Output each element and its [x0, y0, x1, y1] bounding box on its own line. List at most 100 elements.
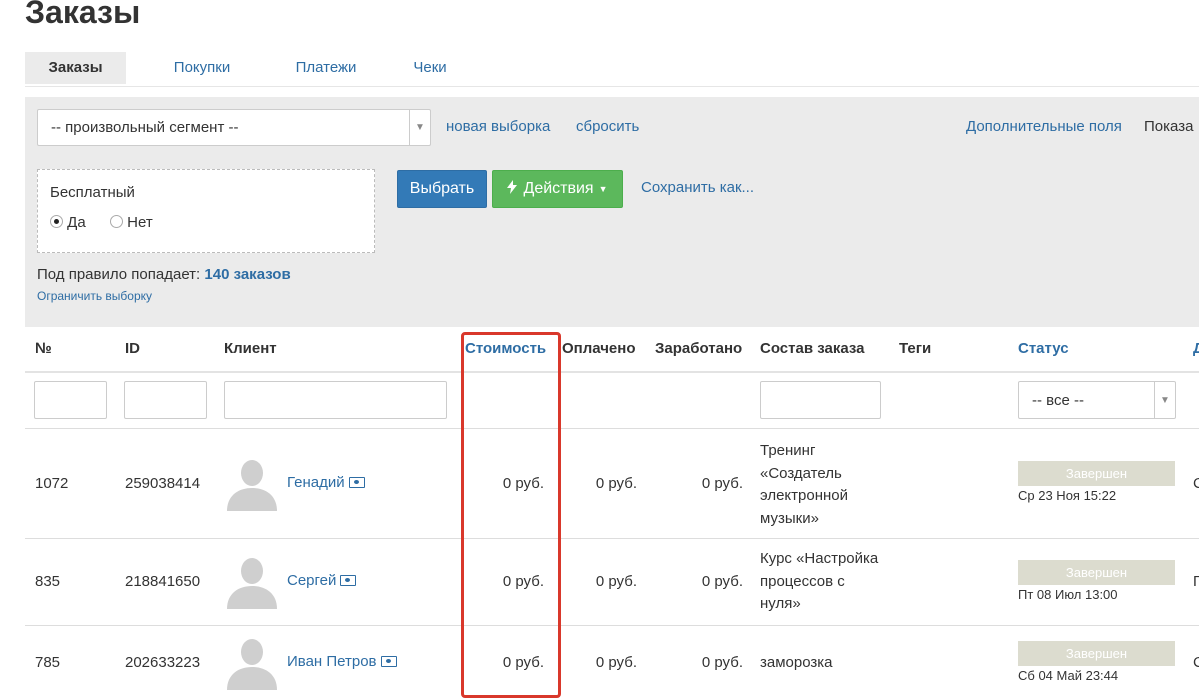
paid-value: 0 руб.: [595, 475, 637, 492]
actions-button[interactable]: Действия ▼: [492, 170, 623, 208]
select-button-label: Выбрать: [409, 180, 475, 197]
col-header-id: ID: [125, 340, 140, 357]
status-badge: Завершен: [1018, 641, 1175, 666]
order-content-line: «Создатель: [760, 464, 842, 482]
col-header-num: №: [35, 340, 52, 357]
limit-selection-link[interactable]: Ограничить выборку: [37, 289, 152, 303]
segment-select-value: -- произвольный сегмент --: [51, 119, 239, 136]
tabs-bar: Заказы Покупки Платежи Чеки: [25, 52, 1199, 87]
bolt-icon: [507, 179, 518, 199]
row-divider: [25, 428, 1199, 429]
rule-prefix: Под правило попадает:: [37, 266, 201, 283]
filter-panel: -- произвольный сегмент -- ▼ новая выбор…: [25, 97, 1199, 327]
col-header-client: Клиент: [224, 340, 277, 357]
page-title: Заказы: [25, 0, 141, 30]
new-selection-link[interactable]: новая выборка: [446, 118, 550, 135]
reset-link[interactable]: сбросить: [576, 118, 639, 135]
filter-num-input[interactable]: [34, 381, 107, 419]
radio-no-label: Нет: [127, 214, 153, 231]
paid-value: 0 руб.: [595, 654, 637, 671]
row-divider: [25, 625, 1199, 626]
order-content-link[interactable]: Курс «Настройка процессов с нуля»: [760, 548, 878, 616]
status-date: Ср 23 Ноя 15:22: [1018, 488, 1117, 503]
order-content-line: Тренинг: [760, 442, 816, 459]
earned-value: 0 руб.: [701, 475, 743, 492]
row-divider: [25, 538, 1199, 539]
order-content-line: процессов с: [760, 572, 845, 590]
client-cell: Генадий: [287, 474, 365, 491]
status-filter-select[interactable]: -- все -- ▼: [1018, 381, 1176, 419]
radio-yes-indicator[interactable]: [50, 215, 63, 228]
col-header-paid: Оплачено: [562, 340, 636, 357]
status-date: Пт 08 Июл 13:00: [1018, 587, 1118, 602]
cost-value: 0 руб.: [502, 475, 544, 492]
col-header-status[interactable]: Статус: [1018, 340, 1069, 357]
filter-content-input[interactable]: [760, 381, 881, 419]
chevron-down-icon: ▼: [409, 110, 430, 145]
client-name-link[interactable]: Сергей: [287, 572, 336, 589]
order-number-link[interactable]: 785: [35, 654, 60, 671]
avatar-placeholder-icon: [227, 639, 277, 690]
cost-column-highlight: [461, 332, 561, 698]
tab-orders[interactable]: Заказы: [25, 52, 126, 84]
avatar-placeholder-icon: [227, 558, 277, 609]
next-col-value: С: [1193, 654, 1199, 671]
client-name-link[interactable]: Генадий: [287, 474, 345, 491]
client-name-link[interactable]: Иван Петров: [287, 653, 377, 670]
tab-payments[interactable]: Платежи: [271, 52, 381, 84]
order-content-line: заморозка: [760, 654, 833, 671]
radio-no-indicator[interactable]: [110, 215, 123, 228]
earned-value: 0 руб.: [701, 654, 743, 671]
paid-value: 0 руб.: [595, 573, 637, 590]
order-id: 202633223: [125, 654, 201, 671]
tab-purchases[interactable]: Покупки: [147, 52, 257, 84]
next-col-value: С: [1193, 475, 1199, 492]
earned-value: 0 руб.: [701, 573, 743, 590]
order-content-link[interactable]: заморозка: [760, 654, 833, 671]
rule-summary: Под правило попадает: 140 заказов: [37, 266, 291, 283]
avatar-placeholder-icon: [227, 460, 277, 511]
select-button[interactable]: Выбрать: [397, 170, 487, 208]
condition-box: Бесплатный Да Нет: [37, 169, 375, 253]
cost-value: 0 руб.: [502, 573, 544, 590]
condition-title: Бесплатный: [50, 184, 135, 201]
status-badge: Завершен: [1018, 560, 1175, 585]
order-content-line: Курс «Настройка: [760, 550, 879, 567]
next-col-value: П: [1193, 573, 1199, 590]
status-filter-value: -- все --: [1032, 391, 1084, 409]
chevron-down-icon: ▼: [1154, 382, 1175, 418]
money-icon[interactable]: [348, 477, 365, 488]
show-label: Показа: [1144, 118, 1194, 135]
segment-select[interactable]: -- произвольный сегмент -- ▼: [37, 109, 431, 146]
actions-button-label: Действия: [523, 180, 594, 197]
order-id: 218841650: [125, 573, 201, 590]
radio-no[interactable]: Нет: [110, 214, 153, 231]
col-header-content: Состав заказа: [760, 340, 865, 357]
money-icon[interactable]: [380, 656, 397, 667]
status-date: Сб 04 Май 23:44: [1018, 668, 1119, 683]
col-header-earned: Заработано: [655, 340, 743, 357]
col-header-tags: Теги: [899, 340, 932, 357]
client-cell: Иван Петров: [287, 653, 397, 670]
tab-receipts[interactable]: Чеки: [395, 52, 465, 84]
caret-down-icon: ▼: [598, 184, 608, 194]
status-badge: Завершен: [1018, 461, 1175, 486]
filter-id-input[interactable]: [124, 381, 207, 419]
col-header-cost[interactable]: Стоимость: [465, 340, 546, 357]
money-icon[interactable]: [340, 575, 357, 586]
radio-yes[interactable]: Да: [50, 214, 86, 231]
order-content-link[interactable]: Тренинг «Создатель электронной музыки»: [760, 440, 848, 530]
save-as-link[interactable]: Сохранить как...: [641, 179, 754, 196]
order-number-link[interactable]: 1072: [35, 475, 68, 492]
order-content-line: нуля»: [760, 595, 801, 612]
order-number-link[interactable]: 835: [35, 573, 60, 590]
header-divider: [25, 371, 1199, 373]
col-header-next[interactable]: Д: [1193, 340, 1199, 357]
rule-count-link[interactable]: 140 заказов: [204, 266, 290, 283]
order-content-line: электронной: [760, 487, 848, 504]
extra-fields-link[interactable]: Дополнительные поля: [966, 118, 1122, 135]
radio-yes-label: Да: [67, 214, 86, 231]
order-id: 259038414: [125, 475, 201, 492]
client-cell: Сергей: [287, 572, 357, 589]
filter-client-input[interactable]: [224, 381, 447, 419]
